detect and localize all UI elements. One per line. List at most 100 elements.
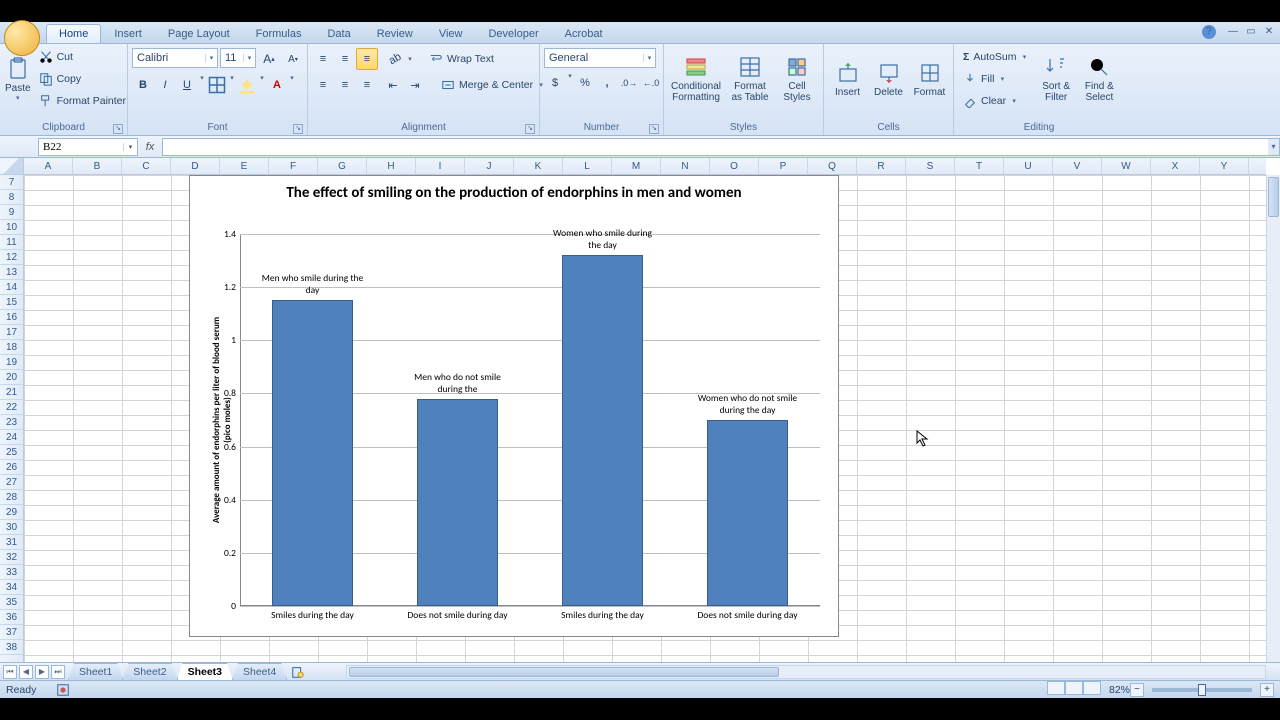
column-header[interactable]: S xyxy=(906,158,955,174)
format-cells-button[interactable]: Format xyxy=(910,46,949,112)
borders-dd-icon[interactable]: ▾ xyxy=(228,74,236,96)
row-header[interactable]: 24 xyxy=(0,430,23,445)
data-label[interactable]: Women who do not smile during the day xyxy=(693,392,803,416)
decrease-indent-icon[interactable]: ⇤ xyxy=(382,74,404,96)
insert-cells-button[interactable]: Insert xyxy=(828,46,867,112)
clipboard-dialog-launcher-icon[interactable]: ↘ xyxy=(113,124,123,134)
embedded-chart[interactable]: The effect of smiling on the production … xyxy=(189,175,839,637)
format-painter-button[interactable]: Format Painter xyxy=(34,90,131,111)
row-header[interactable]: 36 xyxy=(0,610,23,625)
column-header[interactable]: E xyxy=(220,158,269,174)
help-icon[interactable]: ? xyxy=(1202,25,1216,39)
fill-color-button[interactable] xyxy=(236,74,258,96)
orientation-dd-icon[interactable]: ▾ xyxy=(406,55,414,63)
column-header[interactable]: V xyxy=(1053,158,1102,174)
row-header[interactable]: 21 xyxy=(0,385,23,400)
row-header[interactable]: 12 xyxy=(0,250,23,265)
row-header[interactable]: 27 xyxy=(0,475,23,490)
alignment-dialog-launcher-icon[interactable]: ↘ xyxy=(525,124,535,134)
row-header[interactable]: 32 xyxy=(0,550,23,565)
restore-window-icon[interactable]: ▭ xyxy=(1244,25,1258,39)
column-header[interactable]: M xyxy=(612,158,661,174)
row-header[interactable]: 30 xyxy=(0,520,23,535)
sheet-tab[interactable]: Sheet3 xyxy=(177,663,233,680)
orientation-button[interactable]: ab xyxy=(384,48,406,70)
fillcolor-dd-icon[interactable]: ▾ xyxy=(258,74,266,96)
zoom-slider-thumb[interactable] xyxy=(1198,684,1206,696)
select-all-button[interactable] xyxy=(0,158,24,175)
align-middle-icon[interactable]: ≡ xyxy=(334,48,356,70)
horizontal-scrollbar[interactable] xyxy=(346,665,1266,679)
copy-button[interactable]: Copy xyxy=(34,68,131,89)
column-header[interactable]: T xyxy=(955,158,1004,174)
zoom-level[interactable]: 82% xyxy=(1109,684,1130,696)
paste-button[interactable]: Paste ▾ xyxy=(4,46,32,112)
zoom-in-button[interactable]: + xyxy=(1260,683,1274,697)
shrink-font-icon[interactable]: A▾ xyxy=(282,48,304,70)
column-header[interactable]: L xyxy=(563,158,612,174)
wrap-text-button[interactable]: Wrap Text xyxy=(424,48,499,70)
row-header[interactable]: 16 xyxy=(0,310,23,325)
column-header[interactable]: O xyxy=(710,158,759,174)
column-header[interactable]: H xyxy=(367,158,416,174)
comma-format-icon[interactable]: , xyxy=(596,72,618,94)
ribbon-tab-view[interactable]: View xyxy=(426,24,476,43)
vscroll-thumb[interactable] xyxy=(1268,177,1279,217)
column-header[interactable]: N xyxy=(661,158,710,174)
column-header[interactable]: P xyxy=(759,158,808,174)
zoom-out-button[interactable]: − xyxy=(1130,683,1144,697)
column-header[interactable]: Q xyxy=(808,158,857,174)
ribbon-tab-page-layout[interactable]: Page Layout xyxy=(155,24,243,43)
row-header[interactable]: 19 xyxy=(0,355,23,370)
row-header[interactable]: 14 xyxy=(0,280,23,295)
conditional-formatting-button[interactable]: Conditional Formatting xyxy=(668,46,724,112)
view-buttons[interactable] xyxy=(1047,681,1101,698)
font-dialog-launcher-icon[interactable]: ↘ xyxy=(293,124,303,134)
accounting-dd-icon[interactable]: ▾ xyxy=(566,72,574,94)
macro-recording-icon[interactable] xyxy=(56,683,70,697)
percent-format-icon[interactable]: % xyxy=(574,72,596,94)
row-header[interactable]: 13 xyxy=(0,265,23,280)
hscroll-thumb[interactable] xyxy=(349,667,779,677)
font-size-combo[interactable]: 11▾ xyxy=(220,48,256,68)
grow-font-icon[interactable]: A▴ xyxy=(258,48,280,70)
row-header[interactable]: 29 xyxy=(0,505,23,520)
data-label[interactable]: Women who smile during the day xyxy=(548,227,658,251)
number-dialog-launcher-icon[interactable]: ↘ xyxy=(649,124,659,134)
row-header[interactable]: 17 xyxy=(0,325,23,340)
chart-bar[interactable] xyxy=(272,300,353,606)
row-header[interactable]: 31 xyxy=(0,535,23,550)
format-as-table-button[interactable]: Format as Table xyxy=(726,46,774,112)
column-header[interactable]: X xyxy=(1151,158,1200,174)
font-name-combo[interactable]: Calibri▾ xyxy=(132,48,218,68)
column-header[interactable]: D xyxy=(171,158,220,174)
close-window-icon[interactable]: ✕ xyxy=(1262,25,1276,39)
column-header[interactable]: W xyxy=(1102,158,1151,174)
accounting-format-icon[interactable]: $ xyxy=(544,72,566,94)
column-header[interactable]: C xyxy=(122,158,171,174)
row-header[interactable]: 11 xyxy=(0,235,23,250)
row-header[interactable]: 10 xyxy=(0,220,23,235)
autosum-button[interactable]: ΣAutoSum▾ xyxy=(958,46,1034,67)
underline-dd-icon[interactable]: ▾ xyxy=(198,74,206,96)
cut-button[interactable]: Cut xyxy=(34,46,131,67)
delete-cells-button[interactable]: Delete xyxy=(869,46,908,112)
row-header[interactable]: 18 xyxy=(0,340,23,355)
row-header[interactable]: 35 xyxy=(0,595,23,610)
row-header[interactable]: 37 xyxy=(0,625,23,640)
font-color-button[interactable]: A xyxy=(266,74,288,96)
underline-button[interactable]: U xyxy=(176,74,198,96)
merge-center-button[interactable]: Merge & Center▾ xyxy=(436,74,550,96)
column-header[interactable]: A xyxy=(24,158,73,174)
column-header[interactable]: Y xyxy=(1200,158,1249,174)
column-header[interactable]: R xyxy=(857,158,906,174)
chart-title[interactable]: The effect of smiling on the production … xyxy=(190,176,838,202)
formula-input[interactable] xyxy=(162,138,1268,156)
clear-button[interactable]: Clear▾ xyxy=(958,90,1034,111)
data-label[interactable]: Men who do not smile during the xyxy=(403,371,513,395)
row-header[interactable]: 15 xyxy=(0,295,23,310)
cell-styles-button[interactable]: Cell Styles xyxy=(776,46,818,112)
worksheet-grid[interactable]: ABCDEFGHIJKLMNOPQRSTUVWXY 78910111213141… xyxy=(0,158,1280,662)
row-header[interactable]: 23 xyxy=(0,415,23,430)
row-header[interactable]: 20 xyxy=(0,370,23,385)
